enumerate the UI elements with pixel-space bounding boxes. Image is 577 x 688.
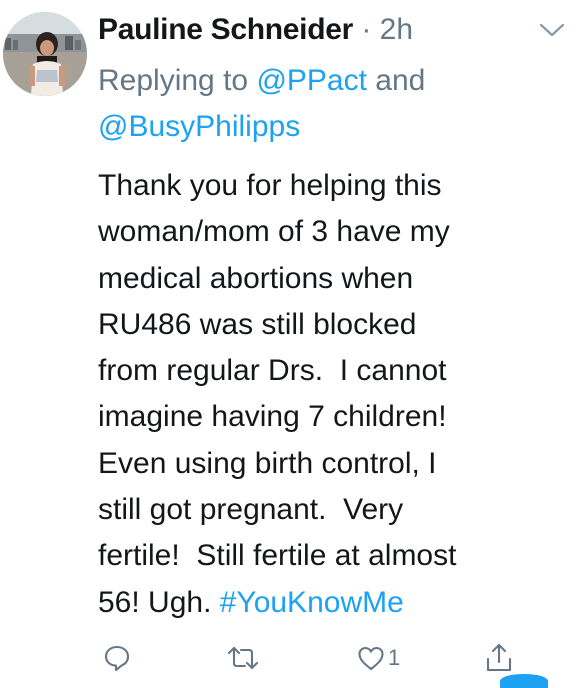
avatar-image xyxy=(3,12,87,96)
tweet-text: Thank you for helping this woman/mom of … xyxy=(98,163,568,626)
tweet-text-line: from regular Drs. I cannot xyxy=(98,354,447,388)
tweet-text-line: still got pregnant. Very xyxy=(98,493,404,527)
separator-dot: · xyxy=(352,13,380,46)
retweet-button[interactable] xyxy=(226,640,260,676)
replying-and: and xyxy=(366,64,426,97)
tweet-text-line-last: 56! Ugh. #YouKnowMe xyxy=(98,580,568,626)
tweet: Pauline Schneider · 2h Replying to @PPac… xyxy=(0,0,577,688)
mention-link[interactable]: @BusyPhilipps xyxy=(98,110,300,143)
tweet-header: Pauline Schneider · 2h xyxy=(98,10,413,50)
reply-button[interactable] xyxy=(102,640,132,676)
reply-icon xyxy=(104,645,130,672)
tweet-text-line: medical abortions when xyxy=(98,261,414,295)
avatar[interactable] xyxy=(3,12,87,96)
tweet-text-tail: 56! Ugh. xyxy=(98,585,220,619)
tweet-text-line: imagine having 7 children! xyxy=(98,400,447,434)
tweet-text-line: fertile! Still fertile at almost xyxy=(98,539,457,573)
heart-icon xyxy=(358,646,384,671)
tweet-text-line: Even using birth control, I xyxy=(98,446,437,480)
tweet-text-line: woman/mom of 3 have my xyxy=(98,215,450,249)
like-count: 1 xyxy=(388,645,401,670)
chevron-down-icon[interactable] xyxy=(538,20,566,40)
retweet-icon xyxy=(227,646,259,670)
author-name[interactable]: Pauline Schneider xyxy=(98,13,353,46)
mention-link[interactable]: @PPact xyxy=(256,64,367,97)
timestamp[interactable]: 2h xyxy=(380,13,413,46)
replying-prefix: Replying to xyxy=(98,64,257,97)
action-bar: 1 xyxy=(0,640,577,681)
hashtag-link[interactable]: #YouKnowMe xyxy=(220,586,404,619)
floating-compose-button-edge[interactable] xyxy=(500,674,548,688)
tweet-text-line: RU486 was still blocked xyxy=(98,307,417,341)
like-button[interactable]: 1 xyxy=(356,640,400,676)
share-button[interactable] xyxy=(484,640,514,676)
replying-to: Replying to @PPact and @BusyPhilipps xyxy=(98,58,558,150)
tweet-text-line: Thank you for helping this xyxy=(98,169,442,202)
share-icon xyxy=(486,643,512,672)
